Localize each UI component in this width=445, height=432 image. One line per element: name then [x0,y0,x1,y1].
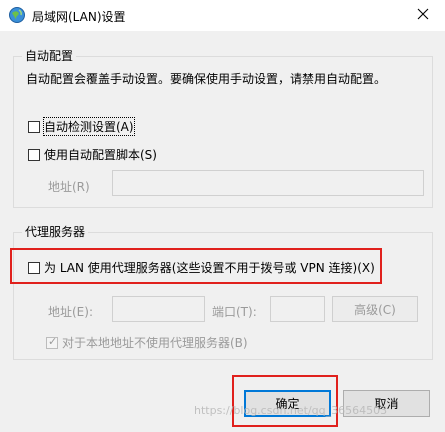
close-button[interactable] [400,0,445,31]
proxy-port-input[interactable] [270,296,325,322]
auto-detect-checkbox[interactable] [28,120,40,133]
auto-config-description: 自动配置会覆盖手动设置。要确保使用手动设置，请禁用自动配置。 [26,72,387,86]
use-script-checkbox[interactable] [28,148,40,161]
auto-config-group-label: 自动配置 [22,47,77,64]
script-address-label: 地址(R) [48,180,90,194]
bypass-local-checkbox[interactable]: ✓ [46,335,58,349]
proxy-address-input[interactable] [112,296,205,322]
internet-options-icon [8,6,26,24]
window-title: 局域网(LAN)设置 [32,10,126,24]
auto-detect-label: 自动检测设置(A) [43,117,135,136]
ok-button-highlight [232,375,338,427]
script-address-input[interactable] [112,170,424,196]
proxy-port-label: 端口(T): [212,305,257,319]
bypass-local-label: 对于本地地址不使用代理服务器(B) [62,336,248,350]
watermark-text: https://blog.csdn.net/qq_36564503 [194,404,388,417]
advanced-button[interactable]: 高级(C) [332,296,418,322]
proxy-group-label: 代理服务器 [22,223,89,240]
use-script-option[interactable]: 使用自动配置脚本(S) [28,146,157,163]
close-icon [417,8,429,23]
bypass-local-option[interactable]: ✓ 对于本地地址不使用代理服务器(B) [46,334,248,351]
title-bar: 局域网(LAN)设置 [0,0,445,31]
use-proxy-highlight [10,248,382,284]
use-script-label: 使用自动配置脚本(S) [44,148,157,162]
auto-detect-option[interactable]: 自动检测设置(A) [28,117,135,136]
proxy-address-label: 地址(E): [48,305,93,319]
